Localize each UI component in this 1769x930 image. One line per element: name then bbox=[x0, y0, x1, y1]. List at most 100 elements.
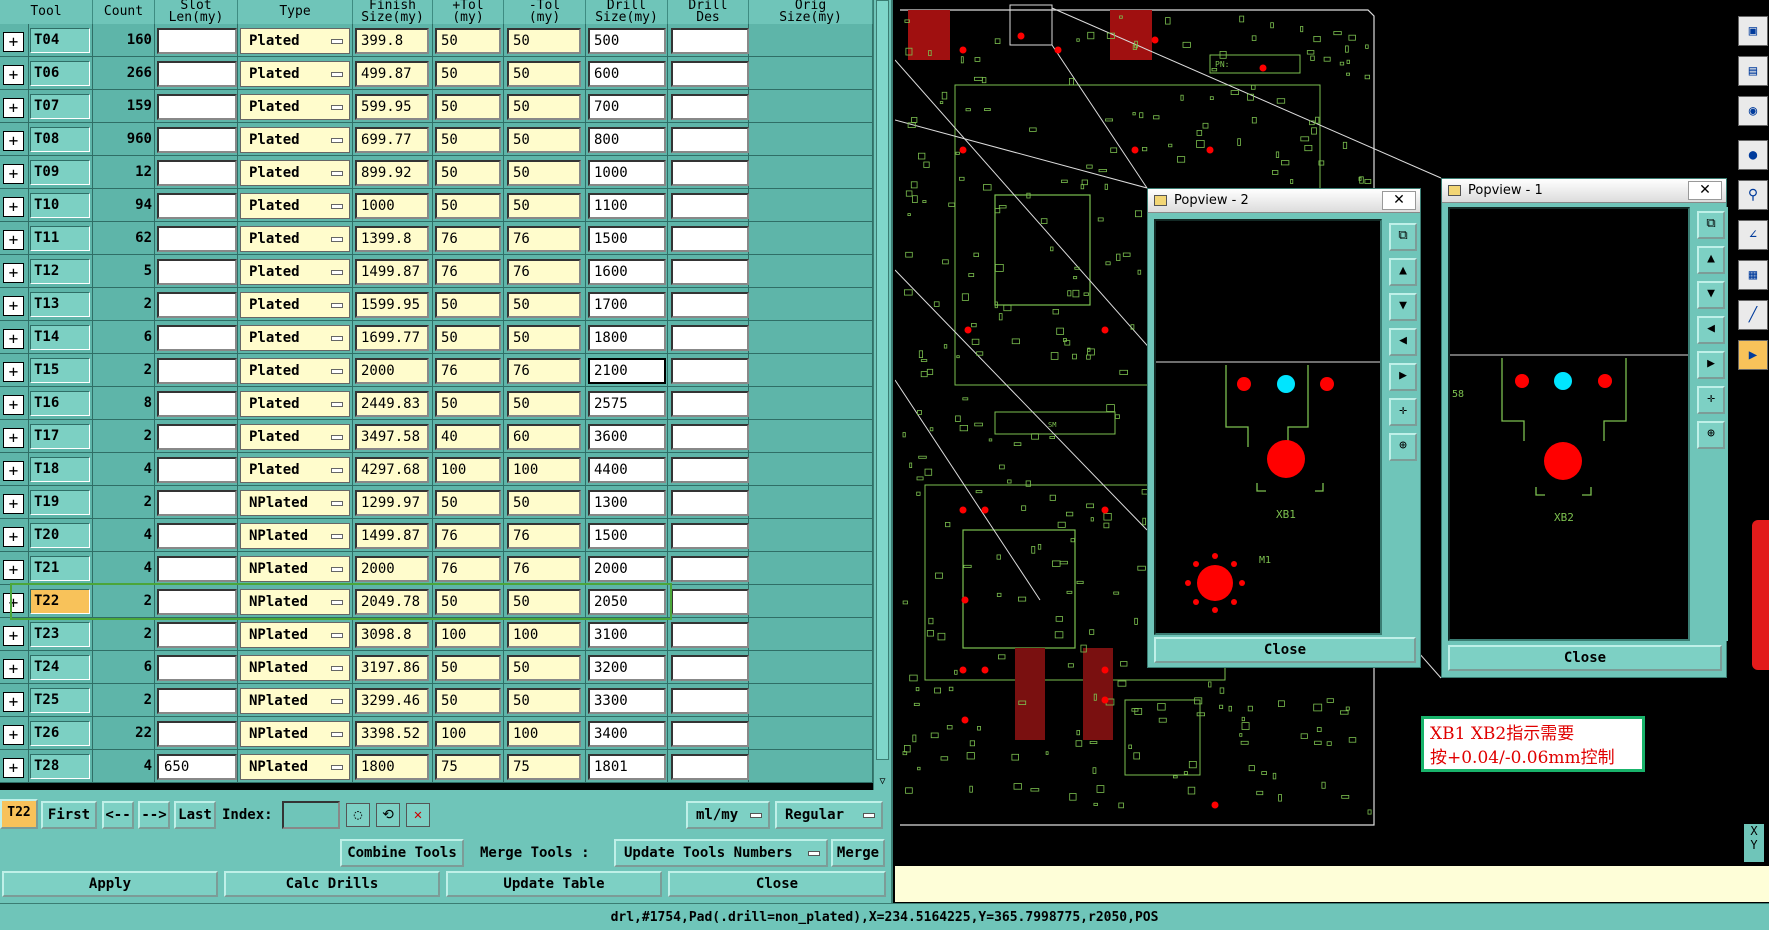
tool-name[interactable]: T14 bbox=[30, 325, 90, 350]
drill-des-input[interactable] bbox=[671, 655, 749, 681]
slot-length-input[interactable] bbox=[157, 94, 237, 120]
minus-tol-input[interactable]: 50 bbox=[507, 325, 581, 351]
tool-name[interactable]: T25 bbox=[30, 688, 90, 713]
angle-icon[interactable]: ∠ bbox=[1738, 220, 1768, 250]
drill-des-input[interactable] bbox=[671, 589, 749, 615]
expand-row-icon[interactable]: + bbox=[3, 461, 24, 481]
drill-size-input[interactable]: 700 bbox=[588, 94, 666, 120]
popview-1-close-button[interactable]: Close bbox=[1448, 645, 1722, 671]
expand-row-icon[interactable]: + bbox=[3, 296, 24, 316]
drill-des-input[interactable] bbox=[671, 94, 749, 120]
plus-tol-input[interactable]: 40 bbox=[435, 424, 501, 450]
type-dropdown[interactable]: Plated bbox=[240, 358, 350, 384]
tool-name[interactable]: T24 bbox=[30, 655, 90, 680]
minus-tol-input[interactable]: 50 bbox=[507, 688, 581, 714]
shape-icon[interactable]: ● bbox=[1738, 140, 1768, 170]
finish-size-input[interactable]: 499.87 bbox=[355, 61, 429, 87]
minus-tol-input[interactable]: 50 bbox=[507, 127, 581, 153]
tool-name[interactable]: T26 bbox=[30, 721, 90, 746]
plus-tol-input[interactable]: 50 bbox=[435, 94, 501, 120]
column-header-tolp[interactable]: +Tol (my) bbox=[433, 0, 504, 24]
slot-length-input[interactable] bbox=[157, 325, 237, 351]
drill-des-input[interactable] bbox=[671, 193, 749, 219]
finish-size-input[interactable]: 3098.8 bbox=[355, 622, 429, 648]
minus-tol-input[interactable]: 100 bbox=[507, 457, 581, 483]
drill-des-input[interactable] bbox=[671, 754, 749, 780]
select-icon[interactable]: ▶ bbox=[1738, 340, 1768, 370]
table-row[interactable]: + T11 62 Plated 1399.8 76 76 1500 bbox=[0, 222, 873, 255]
type-dropdown[interactable]: NPlated bbox=[240, 523, 350, 549]
popview-2-titlebar[interactable]: Popview - 2 bbox=[1148, 189, 1420, 213]
popview-2-window[interactable]: Popview - 2 ✕ XB1 M1 ⧉ ▲ ▼ ◀ ▶ ✛ ⊕ Close bbox=[1147, 188, 1421, 668]
plus-tol-input[interactable]: 50 bbox=[435, 490, 501, 516]
drill-size-input[interactable]: 2000 bbox=[588, 556, 666, 582]
plus-tol-input[interactable]: 100 bbox=[435, 721, 501, 747]
scroll-down-arrow-icon[interactable]: ▽ bbox=[876, 775, 889, 788]
drill-size-input[interactable]: 3600 bbox=[588, 424, 666, 450]
table-row[interactable]: + T07 159 Plated 599.95 50 50 700 bbox=[0, 90, 873, 123]
type-dropdown[interactable]: Plated bbox=[240, 457, 350, 483]
table-row[interactable]: + T15 2 Plated 2000 76 76 2100 bbox=[0, 354, 873, 387]
tool-name[interactable]: T15 bbox=[30, 358, 90, 383]
column-header-des[interactable]: Drill Des bbox=[668, 0, 749, 24]
merge-button[interactable]: Merge bbox=[831, 839, 885, 867]
table-row[interactable]: + T22 2 NPlated 2049.78 50 50 2050 bbox=[0, 585, 873, 618]
minus-tol-input[interactable]: 50 bbox=[507, 589, 581, 615]
drill-des-input[interactable] bbox=[671, 127, 749, 153]
plus-tol-input[interactable]: 50 bbox=[435, 127, 501, 153]
minus-tol-input[interactable]: 50 bbox=[507, 193, 581, 219]
slot-length-input[interactable] bbox=[157, 292, 237, 318]
type-dropdown[interactable]: Plated bbox=[240, 94, 350, 120]
drill-size-input[interactable]: 4400 bbox=[588, 457, 666, 483]
minus-tol-input[interactable]: 76 bbox=[507, 556, 581, 582]
tool-name[interactable]: T21 bbox=[30, 556, 90, 581]
plus-tol-input[interactable]: 50 bbox=[435, 589, 501, 615]
line-icon[interactable]: ╱ bbox=[1738, 300, 1768, 330]
plus-tol-input[interactable]: 50 bbox=[435, 655, 501, 681]
column-header-tolm[interactable]: -Tol (my) bbox=[504, 0, 586, 24]
drill-size-input[interactable]: 3100 bbox=[588, 622, 666, 648]
type-dropdown[interactable]: Plated bbox=[240, 160, 350, 186]
apply-button[interactable]: Apply bbox=[2, 871, 218, 897]
tool-name[interactable]: T20 bbox=[30, 523, 90, 548]
type-dropdown[interactable]: NPlated bbox=[240, 655, 350, 681]
expand-row-icon[interactable]: + bbox=[3, 428, 24, 448]
type-dropdown[interactable]: Plated bbox=[240, 28, 350, 54]
finish-size-input[interactable]: 599.95 bbox=[355, 94, 429, 120]
drill-des-input[interactable] bbox=[671, 325, 749, 351]
table-row[interactable]: + T25 2 NPlated 3299.46 50 50 3300 bbox=[0, 684, 873, 717]
table-row[interactable]: + T28 4 650 NPlated 1800 75 75 1801 bbox=[0, 750, 873, 783]
slot-length-input[interactable] bbox=[157, 655, 237, 681]
table-row[interactable]: + T23 2 NPlated 3098.8 100 100 3100 bbox=[0, 618, 873, 651]
tool-name[interactable]: T08 bbox=[30, 127, 90, 152]
minus-tol-input[interactable]: 50 bbox=[507, 94, 581, 120]
plus-tol-input[interactable]: 76 bbox=[435, 556, 501, 582]
plus-tol-input[interactable]: 100 bbox=[435, 457, 501, 483]
slot-length-input[interactable] bbox=[157, 391, 237, 417]
slot-length-input[interactable] bbox=[157, 160, 237, 186]
refresh-icon[interactable]: ⟲ bbox=[376, 803, 400, 827]
drill-size-input[interactable]: 2050 bbox=[588, 589, 666, 615]
table-vertical-scrollbar[interactable]: ▽ bbox=[873, 0, 891, 790]
table-row[interactable]: + T17 2 Plated 3497.58 40 60 3600 bbox=[0, 420, 873, 453]
table-row[interactable]: + T24 6 NPlated 3197.86 50 50 3200 bbox=[0, 651, 873, 684]
drill-size-input[interactable]: 600 bbox=[588, 61, 666, 87]
type-dropdown[interactable]: NPlated bbox=[240, 556, 350, 582]
slot-length-input[interactable] bbox=[157, 193, 237, 219]
update-table-button[interactable]: Update Table bbox=[446, 871, 662, 897]
finish-size-input[interactable]: 4297.68 bbox=[355, 457, 429, 483]
popview-pan-up-icon[interactable]: ▲ bbox=[1697, 246, 1725, 274]
slot-length-input[interactable] bbox=[157, 457, 237, 483]
drill-size-input[interactable]: 3300 bbox=[588, 688, 666, 714]
table-row[interactable]: + T20 4 NPlated 1499.87 76 76 1500 bbox=[0, 519, 873, 552]
slot-length-input[interactable] bbox=[157, 127, 237, 153]
first-button[interactable]: First bbox=[41, 801, 97, 829]
expand-row-icon[interactable]: + bbox=[3, 98, 24, 118]
plus-tol-input[interactable]: 76 bbox=[435, 259, 501, 285]
drill-des-input[interactable] bbox=[671, 226, 749, 252]
tool-name[interactable]: T07 bbox=[30, 94, 90, 119]
expand-row-icon[interactable]: + bbox=[3, 758, 24, 778]
drill-size-input[interactable]: 1700 bbox=[588, 292, 666, 318]
plus-tol-input[interactable]: 76 bbox=[435, 523, 501, 549]
column-header-finish[interactable]: Finish Size(my) bbox=[353, 0, 433, 24]
